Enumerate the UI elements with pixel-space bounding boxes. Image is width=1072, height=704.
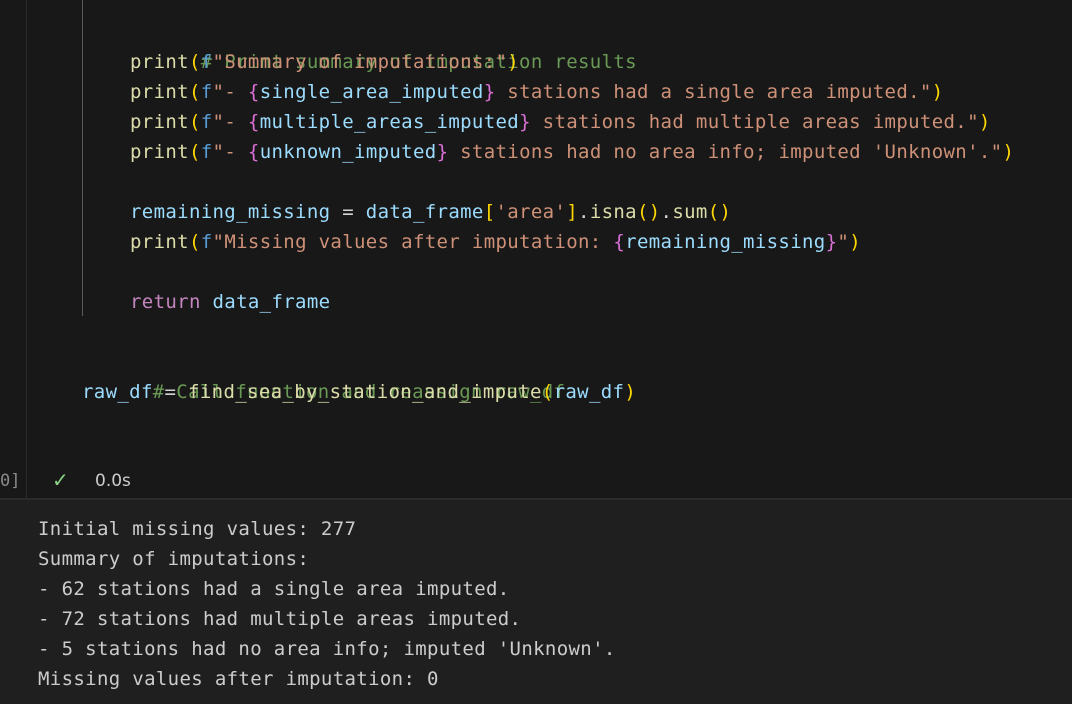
code-line-remaining-missing: remaining_missing = data_frame['area'].i… xyxy=(130,201,732,223)
code-line-comment-call: # Call function and reassign raw_df xyxy=(152,381,566,403)
code-line-return: return data_frame xyxy=(130,291,331,313)
indent-guide xyxy=(82,0,83,316)
code-line-print-unknown: print(f"- {unknown_imputed} stations had… xyxy=(130,141,1015,163)
output-line: Summary of imputations: xyxy=(38,548,310,570)
code-line-comment: # Print summary of imputation results xyxy=(200,51,637,73)
output-line: - 72 stations had multiple areas imputed… xyxy=(38,608,522,630)
execution-duration: 0.0s xyxy=(95,471,131,491)
output-line: - 5 stations had no area info; imputed '… xyxy=(38,638,616,660)
cell-gutter xyxy=(26,0,27,500)
code-line-print-multiple: print(f"- {multiple_areas_imputed} stati… xyxy=(130,111,991,133)
cell-status-bar: 0] ✓ 0.0s xyxy=(0,462,1072,498)
output-line: Missing values after imputation: 0 xyxy=(38,668,439,690)
code-cell[interactable]: # Print summary of imputation results pr… xyxy=(0,0,1072,500)
code-line-print-summary: print(f"Summary of imputations:") xyxy=(130,51,520,73)
code-line-print-missing: print(f"Missing values after imputation:… xyxy=(130,231,861,253)
code-line-call: raw_df = find_sea_by_station_and_impute(… xyxy=(82,381,637,403)
execution-count: 0] xyxy=(0,471,21,491)
code-line-print-single: print(f"- {single_area_imputed} stations… xyxy=(130,81,944,103)
output-line: Initial missing values: 277 xyxy=(38,518,357,540)
cell-output: Initial missing values: 277 Summary of i… xyxy=(0,500,1072,704)
success-check-icon: ✓ xyxy=(52,468,69,492)
output-line: - 62 stations had a single area imputed. xyxy=(38,578,510,600)
